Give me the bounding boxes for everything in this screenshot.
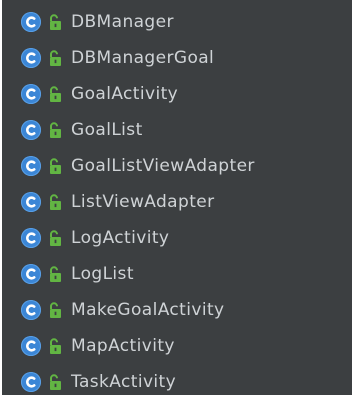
class-icon [21, 156, 41, 176]
class-name: GoalActivity [71, 84, 179, 104]
unlocked-icon [47, 265, 65, 283]
unlocked-icon [47, 373, 65, 391]
class-icon [21, 264, 41, 284]
class-icon [21, 120, 41, 140]
class-icon [21, 336, 41, 356]
class-name: MapActivity [71, 336, 175, 356]
unlocked-icon [47, 337, 65, 355]
class-list: DBManager DBManagerGoal GoalActivity Goa… [2, 4, 352, 395]
class-name: TaskActivity [71, 372, 177, 392]
class-icon [21, 372, 41, 392]
unlocked-icon [47, 193, 65, 211]
unlocked-icon [47, 301, 65, 319]
class-row-makegoalactivity[interactable]: MakeGoalActivity [2, 292, 352, 328]
class-icon [21, 192, 41, 212]
class-row-mapactivity[interactable]: MapActivity [2, 328, 352, 364]
class-row-loglist[interactable]: LogList [2, 256, 352, 292]
class-row-dbmanager[interactable]: DBManager [2, 4, 352, 40]
unlocked-icon [47, 85, 65, 103]
unlocked-icon [47, 49, 65, 67]
class-icon [21, 84, 41, 104]
class-icon [21, 48, 41, 68]
class-row-dbmanagergoal[interactable]: DBManagerGoal [2, 40, 352, 76]
class-icon [21, 300, 41, 320]
class-name: ListViewAdapter [71, 192, 215, 212]
class-row-listviewadapter[interactable]: ListViewAdapter [2, 184, 352, 220]
project-tree-panel: DBManager DBManagerGoal GoalActivity Goa… [2, 0, 352, 395]
class-name: GoalListViewAdapter [71, 156, 255, 176]
class-name: DBManager [71, 12, 174, 32]
class-row-logactivity[interactable]: LogActivity [2, 220, 352, 256]
unlocked-icon [47, 157, 65, 175]
class-icon [21, 12, 41, 32]
class-row-taskactivity[interactable]: TaskActivity [2, 364, 352, 395]
unlocked-icon [47, 121, 65, 139]
unlocked-icon [47, 229, 65, 247]
class-name: LogList [71, 264, 134, 284]
class-row-goallistviewadapter[interactable]: GoalListViewAdapter [2, 148, 352, 184]
class-name: MakeGoalActivity [71, 300, 225, 320]
class-row-goalactivity[interactable]: GoalActivity [2, 76, 352, 112]
class-name: GoalList [71, 120, 143, 140]
class-icon [21, 228, 41, 248]
class-name: DBManagerGoal [71, 48, 215, 68]
class-row-goallist[interactable]: GoalList [2, 112, 352, 148]
class-name: LogActivity [71, 228, 170, 248]
unlocked-icon [47, 13, 65, 31]
